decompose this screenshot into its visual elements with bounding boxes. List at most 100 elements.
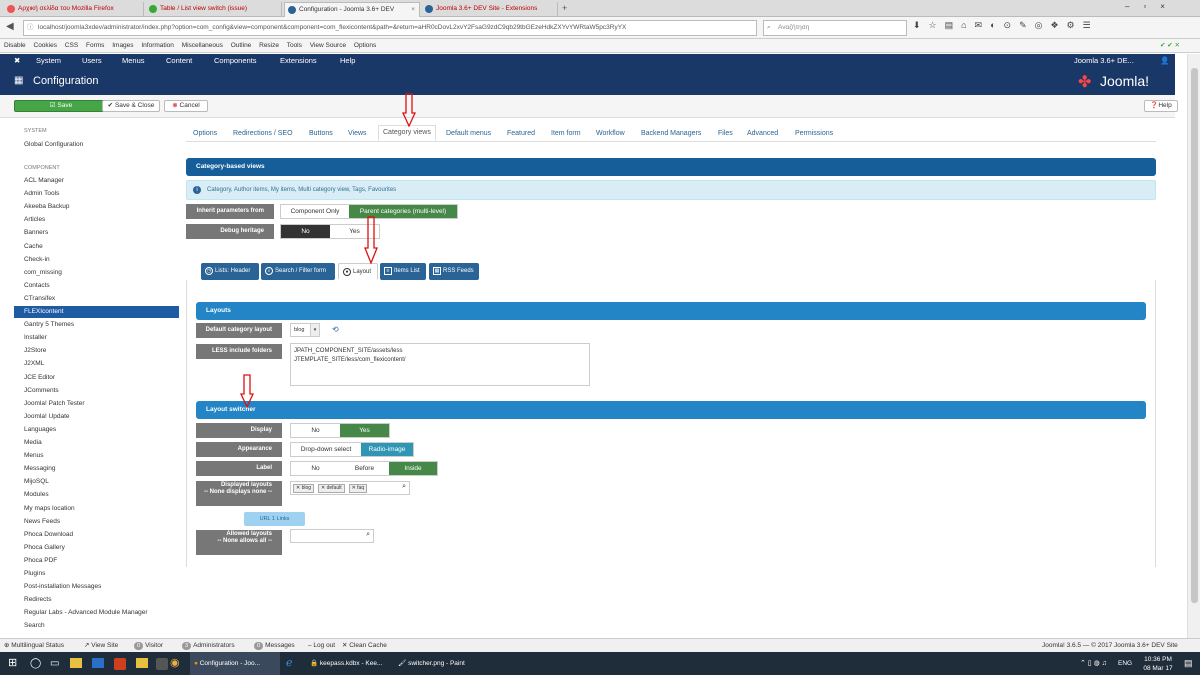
notifications-icon[interactable]: ▤ [1184, 652, 1193, 675]
chip-faq[interactable]: ✕ faq [348, 484, 368, 493]
inherit-component-only[interactable]: Component Only [281, 205, 349, 218]
sidebar-item-j2store[interactable]: J2Store [24, 347, 46, 354]
edge-icon[interactable]: ℯ [286, 652, 293, 675]
sidebar-item-my-maps-location[interactable]: My maps location [24, 505, 75, 512]
user-icon[interactable]: 👤 [1160, 54, 1169, 68]
subtab-rss-feeds[interactable]: ▦ RSS Feeds [429, 263, 479, 280]
clock[interactable]: 10:36 PM 08 Mar 17 [1138, 652, 1178, 675]
url-links-button[interactable]: URL 1 Links [244, 512, 305, 526]
sidebar-item-languages[interactable]: Languages [24, 426, 56, 433]
new-tab-button[interactable]: + [562, 3, 567, 13]
sidebar-item-menus[interactable]: Menus [24, 452, 44, 459]
sidebar-item-redirects[interactable]: Redirects [24, 596, 51, 603]
app-icon[interactable] [156, 658, 168, 670]
sidebar-item-modules[interactable]: Modules [24, 491, 49, 498]
sidebar-item-contacts[interactable]: Contacts [24, 282, 50, 289]
tab-views[interactable]: Views [348, 130, 367, 137]
sidebar-item-check-in[interactable]: Check-in [24, 256, 50, 263]
windows-start-icon[interactable]: ⊞ [8, 652, 17, 675]
sidebar-item-admin-tools[interactable]: Admin Tools [24, 190, 59, 197]
view-site-link[interactable]: ↗ View Site [84, 639, 118, 652]
bookmark-tools[interactable]: Tools [287, 42, 302, 49]
joomla-icon[interactable]: ✖ [14, 54, 20, 68]
language-indicator[interactable]: ENG [1118, 652, 1132, 675]
sidebar-item-search[interactable]: Search [24, 622, 45, 629]
bookmark-outline[interactable]: Outline [231, 42, 252, 49]
browser-tab-2[interactable]: Table / List view switch (issue) [146, 2, 282, 17]
tab-workflow[interactable]: Workflow [596, 130, 625, 137]
browser-tab-1[interactable]: Αρχική σελίδα του Mozilla Firefox [4, 2, 144, 17]
debug-no[interactable]: No [281, 225, 330, 238]
nav-help[interactable]: Help [340, 54, 355, 68]
sidebar-item-com-missing[interactable]: com_missing [24, 269, 62, 276]
bookmark-miscellaneous[interactable]: Miscellaneous [182, 42, 223, 49]
chrome-icon[interactable]: ◉ [170, 652, 180, 675]
tab-redirections-seo[interactable]: Redirections / SEO [233, 130, 293, 137]
sidebar-item-global-configuration[interactable]: Global Configuration [24, 141, 83, 148]
sidebar-item-mijosql[interactable]: MijoSQL [24, 478, 49, 485]
window-controls[interactable]: ‒▫× [1125, 2, 1179, 11]
nav-users[interactable]: Users [82, 54, 102, 68]
multilingual-status[interactable]: ⊕ Multilingual Status [4, 639, 64, 652]
site-name-link[interactable]: Joomla 3.6+ DE... [1074, 54, 1134, 68]
page-scrollbar[interactable] [1187, 54, 1200, 638]
tab-default-menus[interactable]: Default menus [446, 130, 491, 137]
system-tray-icons[interactable]: ⌃ ▯ ◍ ♫ [1080, 652, 1107, 675]
sidebar-item-flexicontent[interactable]: FLEXIcontent [14, 306, 179, 318]
toolbar-icons[interactable]: ⬇☆▤⌂✉◐⊙✎◎❖⚙☰ [913, 20, 1099, 31]
less-folders-textarea[interactable]: JPATH_COMPONENT_SITE/assets/less JTEMPLA… [290, 343, 590, 386]
sidebar-item-gantry-5-themes[interactable]: Gantry 5 Themes [24, 321, 74, 328]
tab-advanced[interactable]: Advanced [747, 130, 778, 137]
app-icon[interactable] [114, 658, 126, 670]
messages-count[interactable]: 0 Messages [254, 639, 295, 652]
visitor-count[interactable]: 0 Visitor [134, 639, 163, 652]
subtab-items-list[interactable]: ≡ Items List [380, 263, 426, 280]
nav-menus[interactable]: Menus [122, 54, 145, 68]
bookmark-disable[interactable]: Disable [4, 42, 26, 49]
url-input[interactable]: ⓘ localhost/joomla3xdev/administrator/ind… [23, 20, 757, 36]
sidebar-item-jcomments[interactable]: JComments [24, 387, 59, 394]
sidebar-item-joomla-update[interactable]: Joomla! Update [24, 413, 70, 420]
taskbar-firefox[interactable]: ● Configuration - Joo... [190, 652, 280, 675]
appearance-dropdown[interactable]: Drop-down select [291, 443, 361, 456]
task-view-icon[interactable]: ▭ [50, 652, 59, 675]
tab-files[interactable]: Files [718, 130, 733, 137]
sidebar-item-acl-manager[interactable]: ACL Manager [24, 177, 64, 184]
scrollbar-thumb[interactable] [1191, 68, 1198, 603]
browser-tab-4[interactable]: Joomla 3.6+ DEV Site - Extensions [422, 2, 558, 17]
tab-options[interactable]: Options [193, 130, 217, 137]
label-inside[interactable]: Inside [389, 462, 437, 475]
refresh-icon[interactable]: ⟲ [332, 325, 339, 334]
sidebar-item-j2xml[interactable]: J2XML [24, 360, 44, 367]
label-before[interactable]: Before [340, 462, 389, 475]
chip-blog[interactable]: ✕ blog [293, 484, 315, 493]
sidebar-item-articles[interactable]: Articles [24, 216, 45, 223]
bookmark-resize[interactable]: Resize [259, 42, 279, 49]
help-button[interactable]: ❓Help [1144, 100, 1178, 112]
subtab-lists-header[interactable]: ◷ Lists: Header [201, 263, 259, 280]
browser-tab-3[interactable]: Configuration - Joomla 3.6+ DEV × [284, 2, 420, 17]
sidebar-item-akeeba-backup[interactable]: Akeeba Backup [24, 203, 70, 210]
subtab-search-filter[interactable]: ⌕ Search / Filter form [261, 263, 335, 280]
file-explorer-icon[interactable] [70, 652, 82, 675]
display-yes[interactable]: Yes [340, 424, 389, 437]
bookmark-information[interactable]: Information [141, 42, 174, 49]
displayed-layouts-input[interactable]: ✕ blog ✕ default ✕ faq ⌕ [290, 481, 410, 495]
nav-system[interactable]: System [36, 54, 61, 68]
sidebar-item-regular-labs-advanced-module-manager[interactable]: Regular Labs - Advanced Module Manager [24, 609, 148, 616]
display-no[interactable]: No [291, 424, 340, 437]
search-icon[interactable]: ◯ [30, 652, 41, 675]
tab-category-views[interactable]: Category views [378, 125, 436, 141]
subtab-layout[interactable]: ● Layout [338, 263, 378, 280]
cancel-button[interactable]: ⊗ Cancel [164, 100, 208, 112]
bookmark-forms[interactable]: Forms [86, 42, 104, 49]
bookmark-view-source[interactable]: View Source [310, 42, 346, 49]
tab-backend-managers[interactable]: Backend Managers [641, 130, 701, 137]
sidebar-item-installer[interactable]: Installer [24, 334, 47, 341]
sidebar-item-phoca-gallery[interactable]: Phoca Gallery [24, 544, 65, 551]
logout-link[interactable]: – Log out [308, 639, 335, 652]
tab-item-form[interactable]: Item form [551, 130, 581, 137]
sidebar-item-cache[interactable]: Cache [24, 243, 43, 250]
back-icon[interactable]: ◀ [6, 21, 14, 32]
tab-buttons[interactable]: Buttons [309, 130, 333, 137]
